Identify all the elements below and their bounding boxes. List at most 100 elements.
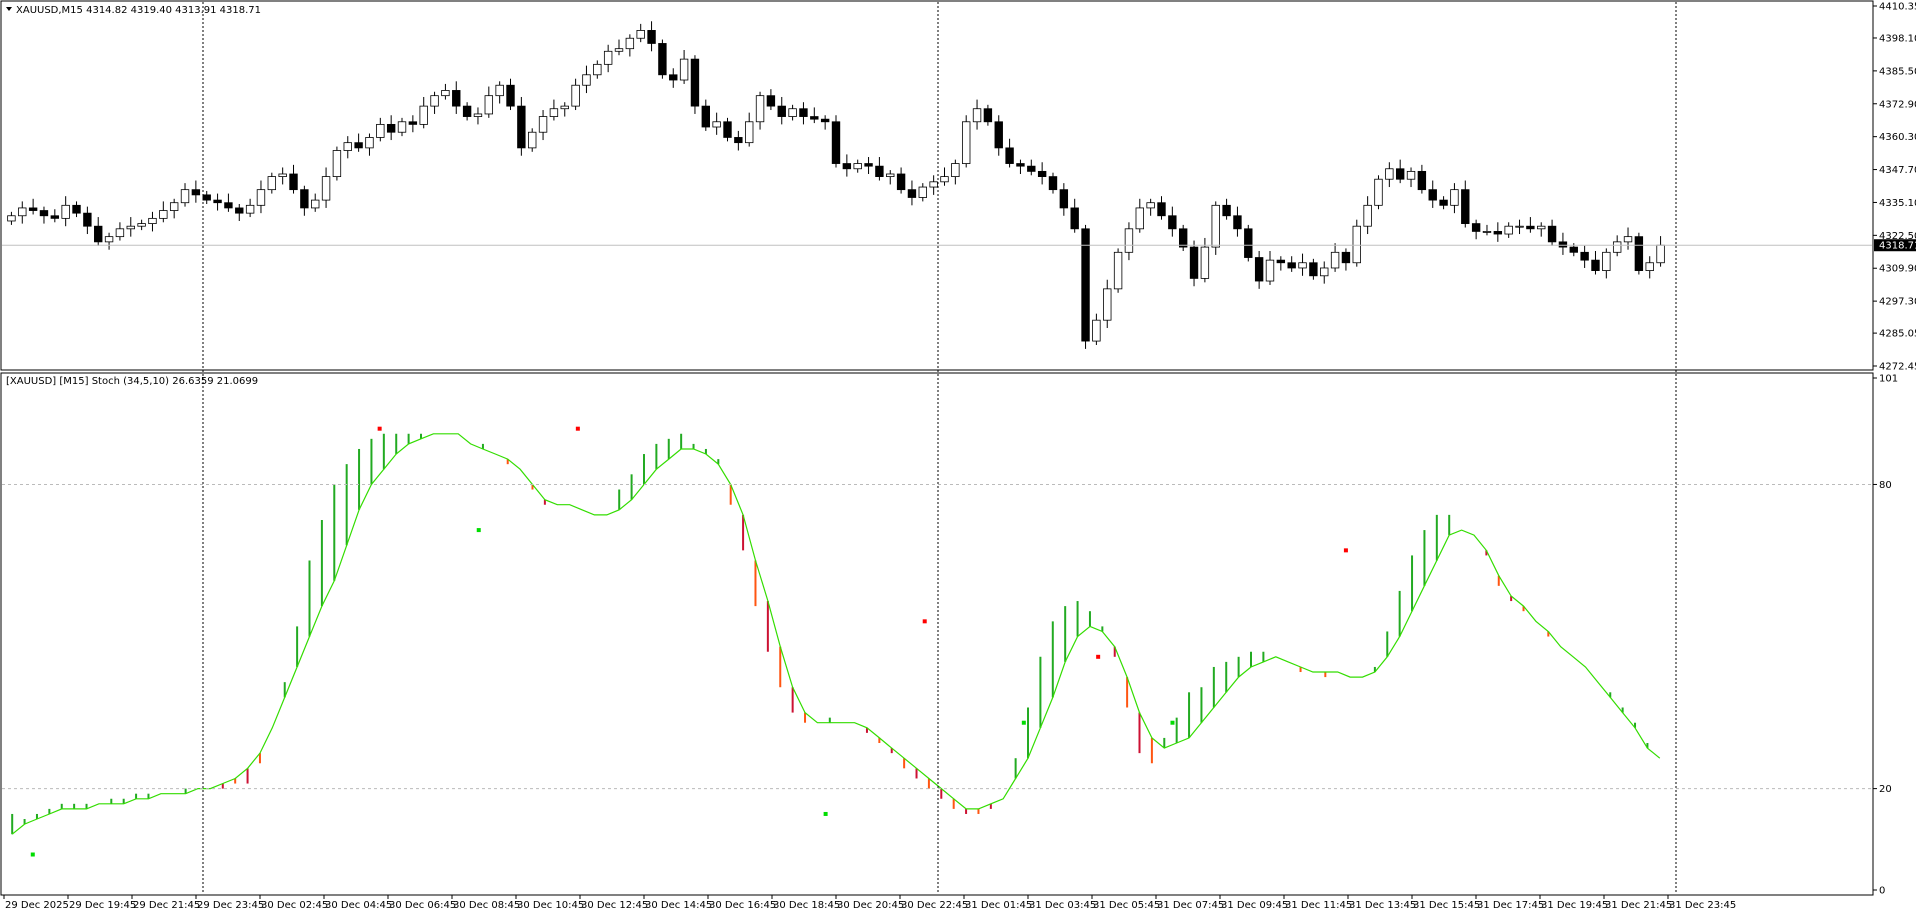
time-tick-label: 29 Dec 2025 [5, 900, 69, 911]
candle-body [647, 30, 656, 44]
candle-body [961, 121, 971, 164]
stoch-tick-label: 20 [1879, 784, 1892, 795]
candle-body [1395, 168, 1405, 180]
candle-body [397, 121, 407, 133]
candle-body [1222, 204, 1231, 217]
candle-body [1178, 228, 1188, 248]
candle-body [419, 105, 428, 125]
candle-body [788, 108, 797, 117]
chart-area[interactable]: 4410.35 4398.10 4385.50 4372.90 4360.30 4347.… [0, 0, 1916, 915]
time-tick-label: 30 Dec 02:45 [261, 900, 328, 911]
candle-body [571, 84, 580, 107]
indicator-title: [XAUUSD] [M15] Stoch (34,5,10) 26.6359 2… [6, 376, 258, 387]
candle-body [755, 95, 765, 123]
candle-body [1569, 246, 1578, 253]
candle-body [495, 84, 504, 97]
price-tick-label: 4285.05 [1879, 329, 1916, 340]
candle-body [180, 189, 190, 204]
candle-body [614, 48, 624, 52]
candle-body [896, 173, 906, 191]
candle-body [1526, 225, 1535, 230]
candle-body [289, 173, 298, 191]
candle-body [1005, 147, 1014, 164]
time-tick-label: 30 Dec 22:45 [901, 900, 968, 911]
candle-body [886, 173, 895, 178]
candle-body [213, 199, 222, 204]
candle-body [321, 176, 331, 201]
sell-dot [922, 619, 927, 624]
candle-body [940, 176, 949, 183]
candle-body [311, 199, 320, 209]
candle-body [929, 181, 938, 188]
candle-body [202, 194, 211, 201]
candle-body [1450, 189, 1459, 206]
candle-body [1406, 170, 1416, 180]
time-tick-label: 30 Dec 20:45 [837, 900, 904, 911]
candle-body [875, 165, 884, 178]
buy-dot [823, 811, 828, 816]
candle-body [278, 173, 287, 178]
candle-body [1211, 204, 1220, 248]
time-tick-label: 31 Dec 01:45 [965, 900, 1032, 911]
candle-body [679, 58, 689, 81]
time-tick-label: 31 Dec 17:45 [1477, 900, 1544, 911]
candle-body [593, 63, 602, 76]
candle-body [1027, 165, 1036, 172]
time-tick-label: 29 Dec 21:45 [133, 900, 200, 911]
candle-body [582, 74, 591, 86]
candle-body [1070, 207, 1079, 230]
candle-body [332, 150, 342, 178]
candle-body [148, 217, 157, 224]
candle-body [1092, 319, 1101, 342]
time-tick-label: 31 Dec 13:45 [1349, 900, 1416, 911]
candle-body [7, 215, 16, 222]
candle-body [1124, 228, 1134, 253]
candle-body [1363, 204, 1372, 227]
time-tick-label: 30 Dec 08:45 [453, 900, 520, 911]
candle-body [386, 123, 396, 133]
candle-body [538, 116, 548, 133]
candle-body [506, 84, 515, 107]
candle-body [907, 189, 917, 198]
candle-body [1504, 225, 1513, 235]
candle-body [712, 121, 721, 128]
candle-body [1493, 231, 1503, 235]
candle-body [39, 210, 49, 217]
price-tick-label: 4410.35 [1879, 2, 1916, 13]
candle-body [972, 108, 982, 123]
candle-body [441, 90, 450, 97]
candle-body [669, 74, 678, 81]
buy-dot [30, 852, 35, 857]
candle-body [343, 142, 352, 151]
candle-body [1439, 199, 1448, 206]
candle-body [28, 207, 38, 211]
candle-body [1623, 236, 1633, 243]
candle-body [18, 207, 27, 217]
candle-body [820, 118, 830, 123]
candle-body [72, 204, 81, 214]
price-tick-label: 4309.90 [1879, 264, 1916, 275]
candle-body [462, 105, 472, 117]
candle-body [1189, 246, 1199, 279]
time-tick-label: 29 Dec 19:45 [69, 900, 136, 911]
stoch-tick-label: 0 [1879, 886, 1885, 897]
candle-body [734, 137, 743, 144]
candle-body [1558, 241, 1568, 248]
time-tick-label: 30 Dec 12:45 [581, 900, 648, 911]
time-tick-label: 31 Dec 19:45 [1541, 900, 1608, 911]
candle-body [267, 176, 277, 191]
candle-body [408, 121, 418, 125]
candle-body [1037, 170, 1047, 178]
buy-dot [476, 528, 481, 533]
main-title: XAUUSD,M15 4314.82 4319.40 4313.91 4318.… [16, 5, 261, 16]
candle-body [1135, 207, 1144, 230]
price-tick-label: 4347.70 [1879, 165, 1916, 176]
candle-body [1385, 168, 1394, 180]
candle-body [658, 43, 667, 76]
time-tick-label: 30 Dec 10:45 [517, 900, 584, 911]
candle-body [104, 236, 114, 243]
candle-body [1330, 251, 1340, 269]
current-price-label: 4318.71 [1879, 241, 1916, 252]
candle-body [245, 204, 255, 214]
price-tick-label: 4360.30 [1879, 132, 1916, 143]
